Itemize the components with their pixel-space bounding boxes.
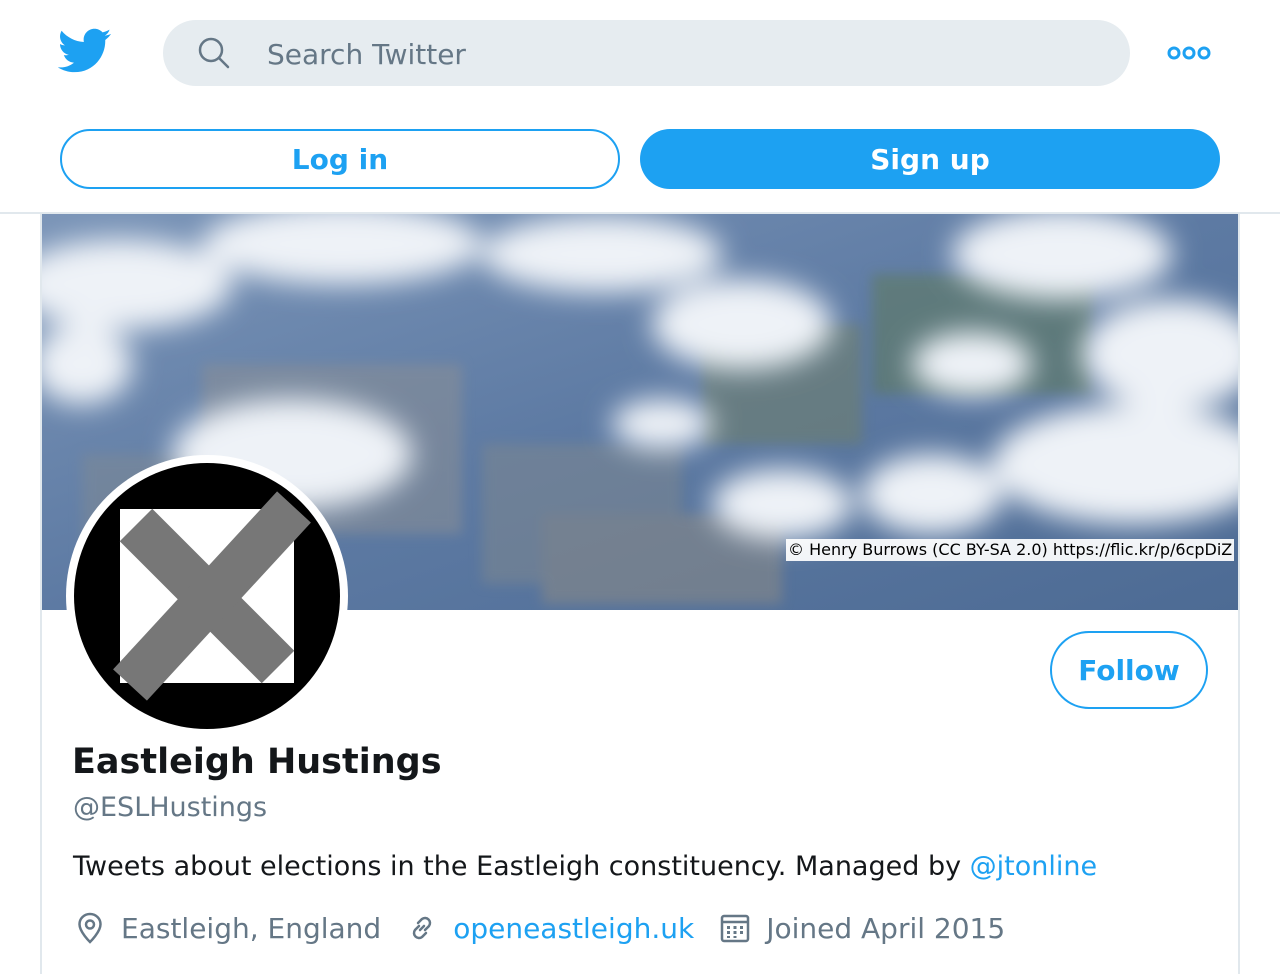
profile-bio: Tweets about elections in the Eastleigh … <box>73 851 1097 882</box>
search-icon <box>198 37 230 69</box>
joined-text: Joined April 2015 <box>766 911 1006 945</box>
profile-name: Eastleigh Hustings <box>72 742 442 782</box>
joined-item: Joined April 2015 <box>718 911 1005 945</box>
search-bar[interactable] <box>163 20 1130 86</box>
location-text: Eastleigh, England <box>121 911 382 945</box>
avatar[interactable] <box>66 455 348 737</box>
website-item[interactable]: openeastleigh.uk <box>405 911 694 945</box>
location-item: Eastleigh, England <box>73 911 381 945</box>
link-icon <box>412 916 432 940</box>
calendar-icon <box>720 914 750 943</box>
signup-button[interactable]: Sign up <box>640 129 1220 189</box>
profile-handle: @ESLHustings <box>73 792 268 823</box>
banner-credit: © Henry Burrows (CC BY-SA 2.0) https://f… <box>786 539 1235 561</box>
top-bar: Log in Sign up <box>0 0 1280 214</box>
bio-text: Tweets about elections in the Eastleigh … <box>73 851 970 882</box>
search-input[interactable] <box>265 34 1089 74</box>
website-link[interactable]: openeastleigh.uk <box>453 912 694 945</box>
login-button[interactable]: Log in <box>60 129 620 189</box>
follow-button[interactable]: Follow <box>1050 631 1208 709</box>
twitter-bird-icon[interactable] <box>58 28 112 74</box>
ballot-cross-icon <box>74 463 340 729</box>
profile-meta: Eastleigh, England openeastleigh.uk Join… <box>73 906 1029 950</box>
more-options-icon[interactable] <box>1166 40 1212 66</box>
location-pin-icon <box>78 912 102 944</box>
bio-mention-link[interactable]: @jtonline <box>970 851 1097 882</box>
